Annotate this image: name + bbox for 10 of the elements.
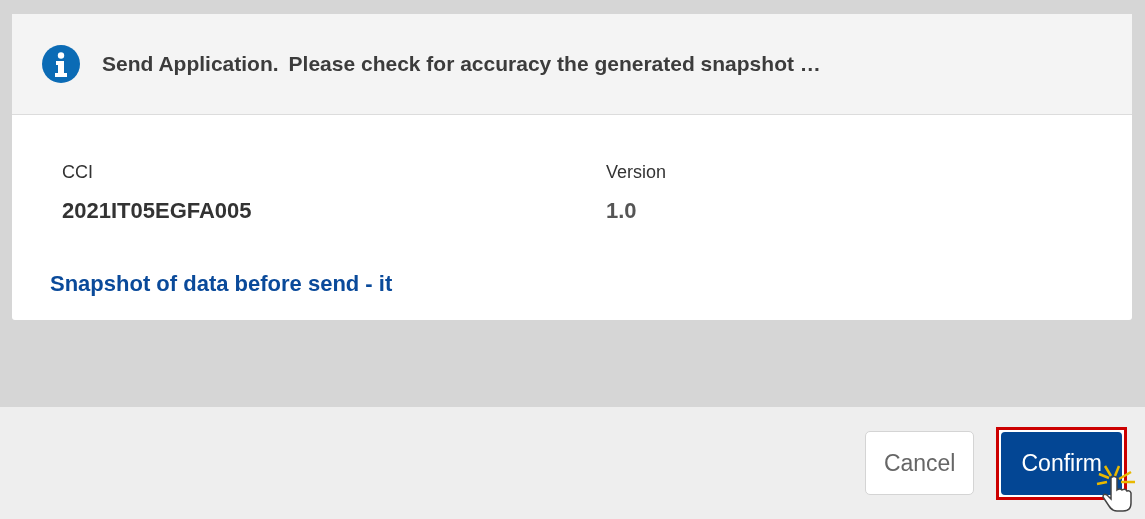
field-value: 1.0 <box>606 197 638 225</box>
field-label: Version <box>606 161 668 184</box>
dialog-message: Please check for accuracy the generated snapshot … <box>288 51 821 78</box>
confirm-button[interactable]: Confirm <box>1001 431 1122 495</box>
snapshot-link[interactable]: Snapshot of data before send - it <box>50 267 1094 300</box>
cancel-button[interactable]: Cancel <box>864 431 975 495</box>
field-label: CCI <box>62 161 94 184</box>
dialog-title: Send Application. <box>102 51 279 78</box>
field-value: 2021IT05EGFA005 <box>62 197 253 225</box>
info-icon <box>42 45 80 83</box>
